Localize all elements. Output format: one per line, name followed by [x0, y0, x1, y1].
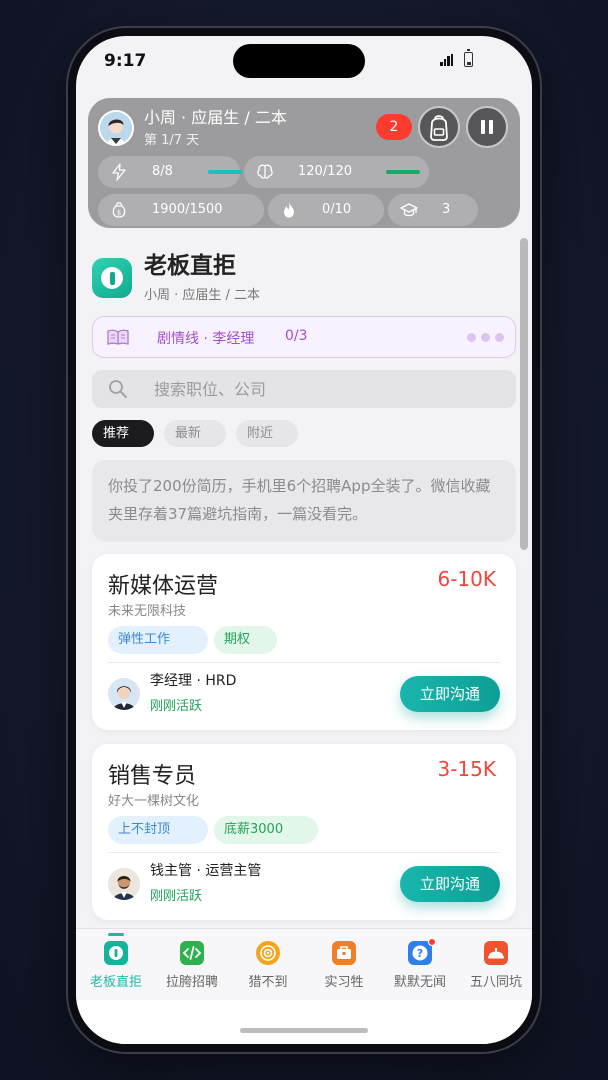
mind-bar: [386, 170, 420, 174]
job-company: 未来无限科技: [108, 604, 187, 619]
tab-label: 老板直拒: [89, 975, 142, 990]
search-bar[interactable]: [92, 370, 516, 408]
tab-wuba-tongkeng[interactable]: 五八同坑: [458, 929, 532, 999]
page-title: 老板直拒: [144, 253, 236, 279]
player-avatar[interactable]: [98, 110, 134, 146]
tab-boss-zhiju[interactable]: 老板直拒: [78, 929, 154, 999]
storyline-label: 剧情线 · 李经理: [157, 331, 255, 347]
job-tag: 上不封顶: [108, 816, 208, 844]
job-feed[interactable]: 老板直拒 小周 · 应届生 / 二本 剧情线 · 李经理 0/3 推荐 最新 附…: [76, 236, 532, 926]
intern-app-icon: [332, 941, 356, 965]
signal-icon: [440, 54, 454, 66]
tab-badge-dot: [428, 938, 436, 946]
status-time: 9:17: [104, 51, 147, 71]
job-title: 销售专员: [108, 764, 197, 789]
lightning-icon: [112, 163, 126, 181]
day-counter: 第 1/7 天: [144, 133, 200, 148]
fire-icon: [284, 202, 294, 218]
pause-icon: [481, 120, 493, 134]
dynamic-island: [233, 44, 365, 78]
recruiter-name: 钱主管 · 运营主管: [150, 863, 262, 879]
book-icon: [107, 329, 129, 345]
chat-now-button[interactable]: 立即沟通: [400, 676, 500, 712]
tab-lakua-recruit[interactable]: 拉胯招聘: [154, 929, 230, 999]
job-card[interactable]: 新媒体运营 6-10K 未来无限科技 弹性工作 期权 李经理 · HRD 刚刚活…: [92, 554, 516, 730]
recruiter-status: 刚刚活跃: [150, 699, 203, 714]
recruiter-status: 刚刚活跃: [150, 889, 203, 904]
storyline-progress: 0/3: [285, 328, 308, 344]
job-company: 好大一棵树文化: [108, 794, 200, 809]
storyline-banner[interactable]: 剧情线 · 李经理 0/3: [92, 316, 516, 358]
money-bag-icon: $: [112, 202, 126, 218]
svg-text:?: ?: [417, 947, 423, 960]
job-card[interactable]: 销售专员 3-15K 好大一棵树文化 上不封顶 底薪3000 钱主管 · 运营主…: [92, 744, 516, 920]
home-area: [76, 1000, 532, 1044]
job-title: 新媒体运营: [108, 574, 219, 599]
divider: [108, 852, 500, 853]
search-icon: [109, 380, 127, 398]
fifty-eight-app-icon: [484, 941, 508, 965]
energy-value: 8/8: [152, 164, 173, 179]
tab-shixisheng[interactable]: 实习牲: [306, 929, 382, 999]
job-tag: 底薪3000: [214, 816, 318, 844]
money-stat: $ 1900/1500: [98, 194, 264, 226]
job-tag: 期权: [214, 626, 277, 654]
tab-liebudao[interactable]: 猎不到: [230, 929, 306, 999]
backpack-button[interactable]: [418, 106, 460, 148]
page-subtitle: 小周 · 应届生 / 二本: [144, 288, 261, 303]
energy-bar: [208, 170, 242, 174]
tab-label: 五八同坑: [469, 975, 522, 990]
education-value: 3: [442, 202, 451, 217]
boss-app-icon: [104, 941, 128, 965]
chat-now-button[interactable]: 立即沟通: [400, 866, 500, 902]
status-bar: 9:17: [76, 36, 532, 88]
divider: [108, 662, 500, 663]
notification-badge[interactable]: 2: [376, 114, 412, 140]
more-dots-icon: [467, 333, 505, 343]
player-name: 小周 · 应届生 / 二本: [144, 108, 287, 127]
job-salary: 6-10K: [437, 567, 496, 591]
stress-stat: 0/10: [268, 194, 384, 226]
code-app-icon: [180, 941, 204, 965]
recruiter-avatar[interactable]: [108, 868, 140, 900]
scrollbar[interactable]: [520, 238, 528, 550]
pause-button[interactable]: [466, 106, 508, 148]
tab-momowuwen[interactable]: ? 默默无闻: [382, 929, 458, 999]
chip-latest[interactable]: 最新: [164, 420, 226, 447]
grad-cap-icon: [400, 203, 418, 217]
tab-label: 猎不到: [248, 975, 288, 990]
mind-value: 120/120: [298, 164, 353, 179]
job-tag: 弹性工作: [108, 626, 208, 654]
money-value: 1900/1500: [152, 202, 223, 217]
job-salary: 3-15K: [437, 757, 496, 781]
stress-value: 0/10: [322, 202, 352, 217]
tab-label: 默默无闻: [393, 975, 446, 990]
backpack-icon: [430, 115, 448, 141]
svg-text:$: $: [117, 209, 121, 217]
battery-icon: [464, 49, 473, 67]
target-app-icon: [256, 941, 280, 965]
active-tab-indicator: [108, 933, 124, 936]
boss-app-logo-icon: [92, 258, 132, 298]
education-stat: 3: [388, 194, 478, 226]
player-status-panel: 小周 · 应届生 / 二本 第 1/7 天 2 8/8 120/120 $ 19…: [88, 98, 520, 228]
recruiter-avatar[interactable]: [108, 678, 140, 710]
mind-stat: 120/120: [244, 156, 429, 188]
energy-stat: 8/8: [98, 156, 242, 188]
chip-recommended[interactable]: 推荐: [92, 420, 154, 447]
chip-nearby[interactable]: 附近: [236, 420, 298, 447]
intro-text: 你投了200份简历，手机里6个招聘App全装了。微信收藏夹里存着37篇避坑指南，…: [92, 460, 516, 542]
search-input[interactable]: [154, 370, 494, 408]
phone-screen: 9:17 小周 · 应届生 / 二本 第 1/7 天 2 8/8 120/120…: [76, 36, 532, 1044]
tab-label: 实习牲: [324, 975, 364, 990]
recruiter-name: 李经理 · HRD: [150, 673, 237, 689]
home-indicator[interactable]: [240, 1028, 368, 1033]
brain-icon: [257, 164, 273, 179]
tab-label: 拉胯招聘: [165, 975, 218, 990]
